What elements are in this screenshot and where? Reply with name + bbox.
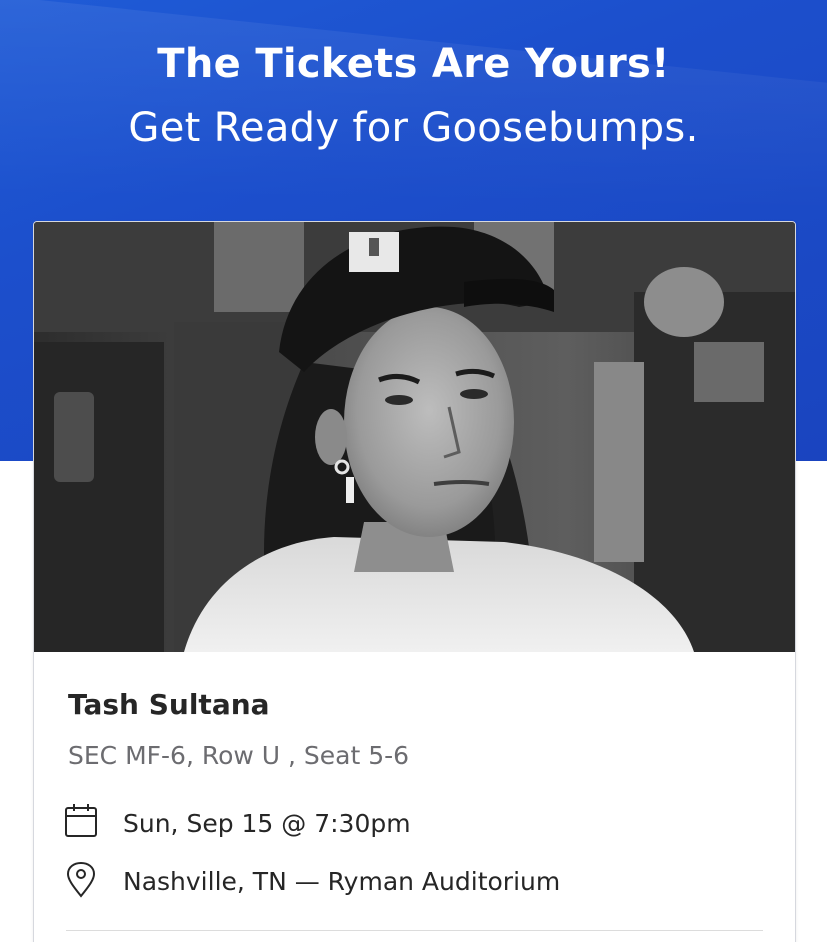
map-pin-icon (66, 862, 96, 898)
card-divider (66, 930, 763, 931)
seat-info: SEC MF-6, Row U , Seat 5-6 (68, 741, 410, 770)
event-datetime: Sun, Sep 15 @ 7:30pm (123, 809, 411, 838)
artist-photo (34, 222, 795, 652)
artist-name: Tash Sultana (68, 688, 270, 721)
calendar-icon (65, 804, 97, 837)
event-location: Nashville, TN — Ryman Auditorium (123, 867, 561, 896)
ticket-card[interactable]: Tash Sultana SEC MF-6, Row U , Seat 5-6 … (33, 221, 796, 942)
hero-title: The Tickets Are Yours! (157, 41, 670, 87)
confirmation-page: The Tickets Are Yours! Get Ready for Goo… (0, 0, 827, 942)
hero-subtitle: Get Ready for Goosebumps. (128, 105, 699, 151)
